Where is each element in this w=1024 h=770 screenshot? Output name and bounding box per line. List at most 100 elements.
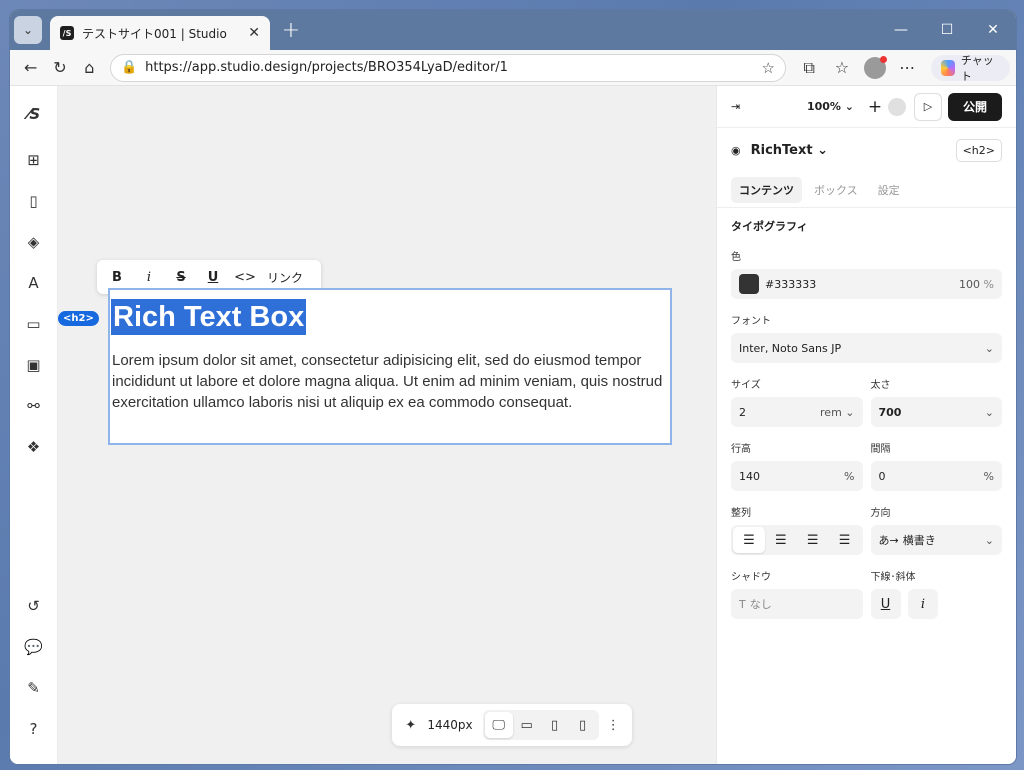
studio-favicon-icon: /S bbox=[60, 26, 74, 40]
chevron-down-icon: ⌄ bbox=[22, 23, 34, 37]
tab-box[interactable]: ボックス bbox=[806, 177, 866, 203]
history-icon[interactable]: ↺ bbox=[18, 590, 50, 622]
spacing-field[interactable]: 0 % bbox=[870, 461, 1002, 491]
align-left-icon[interactable]: ☰ bbox=[733, 527, 765, 553]
help-icon[interactable]: ? bbox=[18, 713, 50, 745]
cms-icon[interactable]: ⚯ bbox=[18, 390, 50, 422]
size-unit: rem bbox=[820, 405, 842, 419]
italic-toggle-icon[interactable]: i bbox=[908, 589, 938, 619]
maximize-icon[interactable]: ☐ bbox=[924, 10, 970, 50]
profile-button[interactable] bbox=[859, 54, 890, 82]
component-header: ◉ RichText ⌄ <h2> bbox=[717, 128, 1016, 172]
underline-button[interactable]: U bbox=[197, 264, 229, 290]
size-unit-select[interactable]: rem ⌄ bbox=[820, 406, 854, 419]
component-name[interactable]: RichText ⌄ bbox=[751, 143, 828, 158]
align-label: 整列 bbox=[731, 508, 751, 519]
avatar[interactable] bbox=[885, 95, 908, 118]
opacity-value: 100 bbox=[959, 277, 981, 291]
publish-button[interactable]: 公開 bbox=[947, 92, 1002, 121]
size-field[interactable]: 2 rem ⌄ bbox=[731, 397, 863, 427]
bold-button[interactable]: B bbox=[101, 264, 133, 290]
horizontal-text-icon: あ→ bbox=[878, 534, 899, 547]
add-collaborator-icon[interactable]: + bbox=[864, 96, 886, 118]
tab-settings[interactable]: 設定 bbox=[870, 177, 908, 203]
italic-button[interactable]: i bbox=[133, 264, 165, 290]
tag-select[interactable]: <h2> bbox=[955, 138, 1002, 162]
comment-icon[interactable]: 💬 bbox=[18, 631, 50, 663]
new-tab-button[interactable]: + bbox=[278, 17, 304, 43]
shadow-value: なし bbox=[749, 598, 772, 611]
title-bar: ⌄ /S テストサイト001 | Studio ✕ + — ☐ ✕ bbox=[10, 10, 1016, 50]
components-icon[interactable]: ❖ bbox=[18, 431, 50, 463]
design-canvas[interactable]: B i S U <> リンク <h2> Rich Text Box Lorem … bbox=[58, 86, 716, 764]
sparkle-icon[interactable]: ✦ bbox=[400, 712, 421, 738]
breakpoint-bar: ✦ 1440px 🖵 ▭ ▯ ▯ ⋮ bbox=[392, 704, 632, 746]
browser-tab[interactable]: /S テストサイト001 | Studio ✕ bbox=[50, 16, 270, 50]
image-icon[interactable]: ▣ bbox=[18, 349, 50, 381]
direction-select[interactable]: あ→ 横書き ⌄ bbox=[870, 525, 1002, 555]
color-field[interactable]: #333333 100 % bbox=[731, 269, 1002, 299]
opacity-unit: % bbox=[983, 277, 994, 291]
studio-editor: ⁄S ⊞ ▯ ◈ A ▭ ▣ ⚯ ❖ ↺ 💬 ✎ ? B i S U <> リン… bbox=[10, 86, 1016, 764]
close-window-icon[interactable]: ✕ bbox=[970, 10, 1016, 50]
align-group: ☰ ☰ ☰ ☰ bbox=[731, 525, 863, 555]
size-label: サイズ bbox=[731, 380, 761, 391]
laptop-icon[interactable]: ▭ bbox=[513, 712, 541, 738]
tab-menu-button[interactable]: ⌄ bbox=[14, 16, 42, 44]
visibility-icon[interactable]: ◉ bbox=[731, 144, 741, 157]
pages-icon[interactable]: ▯ bbox=[18, 185, 50, 217]
rich-text-heading[interactable]: Rich Text Box bbox=[111, 299, 307, 335]
code-button[interactable]: <> bbox=[229, 264, 261, 290]
panel-tabs: コンテンツ ボックス 設定 bbox=[717, 172, 1016, 208]
font-select[interactable]: Inter, Noto Sans JP ⌄ bbox=[731, 333, 1002, 363]
close-tab-icon[interactable]: ✕ bbox=[248, 25, 260, 41]
window-controls: — ☐ ✕ bbox=[878, 10, 1016, 50]
add-element-icon[interactable]: ⊞ bbox=[18, 144, 50, 176]
back-icon[interactable]: ← bbox=[16, 54, 45, 82]
text-shadow-icon: T bbox=[739, 597, 746, 611]
address-bar: ← ↻ ⌂ 🔒 https://app.studio.design/projec… bbox=[10, 50, 1016, 86]
studio-logo-icon[interactable]: ⁄S bbox=[18, 98, 50, 130]
mobile-icon[interactable]: ▯ bbox=[569, 712, 597, 738]
tablet-icon[interactable]: ▯ bbox=[541, 712, 569, 738]
extensions-icon[interactable]: ⧉ bbox=[794, 54, 825, 82]
line-height-value: 140 bbox=[739, 469, 760, 483]
tab-contents[interactable]: コンテンツ bbox=[731, 176, 802, 203]
align-center-icon[interactable]: ☰ bbox=[765, 527, 797, 553]
weight-select[interactable]: 700 ⌄ bbox=[870, 397, 1002, 427]
rich-text-box[interactable]: Rich Text Box Lorem ipsum dolor sit amet… bbox=[108, 288, 672, 445]
font-label: フォント bbox=[731, 316, 771, 327]
browser-window: ⌄ /S テストサイト001 | Studio ✕ + — ☐ ✕ ← ↻ ⌂ … bbox=[10, 10, 1016, 764]
align-justify-icon[interactable]: ☰ bbox=[829, 527, 861, 553]
pen-icon[interactable]: ✎ bbox=[18, 672, 50, 704]
more-options-icon[interactable]: ⋮ bbox=[603, 712, 624, 738]
color-swatch[interactable] bbox=[739, 274, 759, 294]
minimize-icon[interactable]: — bbox=[878, 10, 924, 50]
breakpoint-width: 1440px bbox=[427, 718, 473, 732]
folder-icon[interactable]: ▭ bbox=[18, 308, 50, 340]
tab-title: テストサイト001 | Studio bbox=[82, 26, 227, 41]
underline-toggle-icon[interactable]: U bbox=[870, 589, 901, 619]
url-field[interactable]: 🔒 https://app.studio.design/projects/BRO… bbox=[109, 53, 786, 82]
reload-icon[interactable]: ↻ bbox=[45, 54, 74, 82]
line-height-field[interactable]: 140 % bbox=[731, 461, 863, 491]
strikethrough-button[interactable]: S bbox=[165, 264, 197, 290]
link-button[interactable]: リンク bbox=[261, 264, 309, 290]
desktop-icon[interactable]: 🖵 bbox=[484, 712, 513, 738]
zoom-level[interactable]: 100% ⌄ bbox=[807, 100, 854, 113]
preview-button[interactable]: ▷ bbox=[913, 92, 942, 121]
favorites-icon[interactable]: ☆ bbox=[827, 54, 858, 82]
shadow-field[interactable]: T なし bbox=[731, 589, 863, 619]
color-opacity[interactable]: 100 % bbox=[959, 278, 994, 291]
more-icon[interactable]: ⋯ bbox=[892, 54, 923, 82]
star-icon[interactable]: ☆ bbox=[761, 59, 774, 77]
home-icon[interactable]: ⌂ bbox=[75, 54, 104, 82]
align-right-icon[interactable]: ☰ bbox=[797, 527, 829, 553]
rich-text-body[interactable]: Lorem ipsum dolor sit amet, consectetur … bbox=[112, 350, 668, 413]
collapse-panel-icon[interactable]: ⇥ bbox=[731, 100, 740, 113]
chevron-down-icon: ⌄ bbox=[984, 341, 994, 355]
spacing-unit: % bbox=[983, 469, 994, 483]
chat-button[interactable]: チャット bbox=[930, 54, 1010, 83]
typography-icon[interactable]: A bbox=[18, 267, 50, 299]
layers-icon[interactable]: ◈ bbox=[18, 226, 50, 258]
